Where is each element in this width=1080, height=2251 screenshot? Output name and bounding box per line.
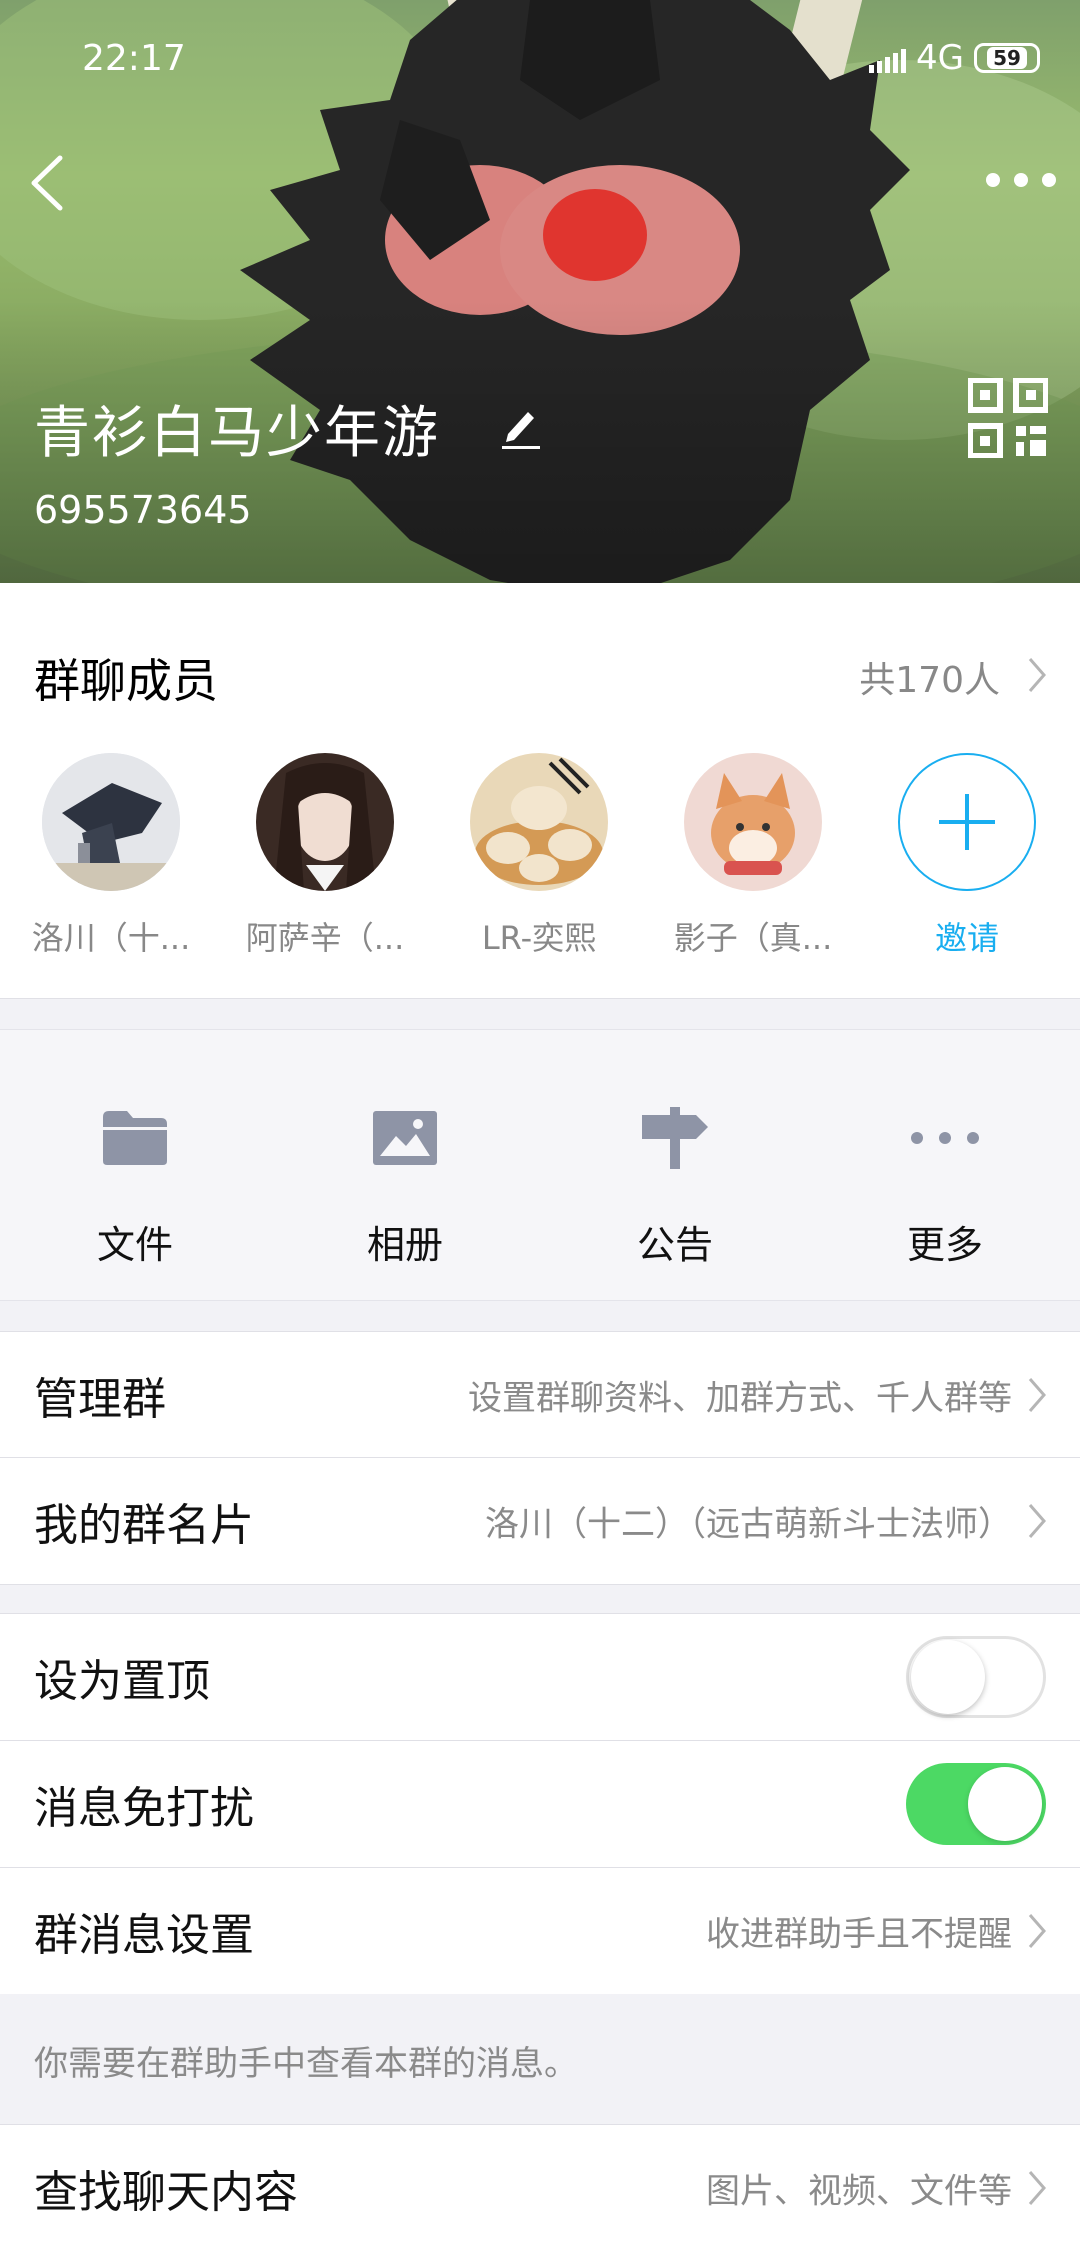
row-value: 图片、视频、文件等 [706, 2171, 1012, 2212]
group-message-settings-row[interactable]: 群消息设置 收进群助手且不提醒 [0, 1868, 1080, 1994]
members-count[interactable]: 共170人 [859, 651, 1000, 703]
back-arrow-icon[interactable] [22, 148, 82, 218]
feature-label: 更多 [906, 1223, 983, 1267]
my-group-card-row[interactable]: 我的群名片 洛川（十二）（远古萌新斗士法师） [0, 1458, 1080, 1584]
do-not-disturb-toggle[interactable] [906, 1763, 1046, 1845]
invite-circle [898, 753, 1036, 891]
row-label: 我的群名片 [34, 1500, 254, 1551]
members-section: 群聊成员 共170人 洛川（十... 阿萨辛（... LR-奕熙 影子（真...… [0, 583, 1080, 999]
row-label: 设为置顶 [34, 1656, 210, 1707]
search-chat-row[interactable]: 查找聊天内容 图片、视频、文件等 [0, 2125, 1080, 2251]
message-settings-hint: 你需要在群助手中查看本群的消息。 [0, 1994, 1080, 2124]
edit-name-icon[interactable] [500, 404, 542, 450]
folder-icon [99, 1102, 171, 1174]
feature-label: 文件 [96, 1223, 173, 1267]
battery-level: 59 [987, 47, 1027, 69]
battery-icon: 59 [974, 43, 1040, 73]
feature-grid: 文件 相册 公告 更多 [0, 1029, 1080, 1301]
feature-label: 公告 [636, 1223, 713, 1267]
member-avatar-list: 洛川（十... 阿萨辛（... LR-奕熙 影子（真... 邀请 [0, 753, 1080, 959]
row-label: 管理群 [34, 1373, 166, 1425]
photo-album-icon [369, 1102, 441, 1174]
row-value: 收进群助手且不提醒 [706, 1914, 1012, 1955]
chevron-right-icon [1028, 1914, 1046, 1948]
feature-more[interactable]: 更多 [810, 1030, 1080, 1300]
member-name: 阿萨辛（... [245, 919, 405, 957]
member-item[interactable]: 洛川（十... [4, 753, 218, 959]
avatar [684, 753, 822, 891]
group-id: 695573645 [34, 488, 252, 532]
chevron-right-icon [1028, 1504, 1046, 1538]
manage-group-row[interactable]: 管理群 设置群聊资料、加群方式、千人群等 [0, 1331, 1080, 1457]
status-indicators: 4G 59 [869, 38, 1040, 78]
divider [0, 1584, 1080, 1585]
row-label: 群消息设置 [34, 1910, 254, 1961]
feature-album[interactable]: 相册 [270, 1030, 540, 1300]
do-not-disturb-row: 消息免打扰 [0, 1741, 1080, 1867]
row-value: 洛川（十二）（远古萌新斗士法师） [485, 1504, 1012, 1545]
invite-member-button[interactable]: 邀请 [860, 753, 1074, 959]
avatar [256, 753, 394, 891]
row-label: 消息免打扰 [34, 1783, 254, 1834]
member-item[interactable]: 影子（真... [646, 753, 860, 959]
member-item[interactable]: LR-奕熙 [432, 753, 646, 959]
toggle-knob [911, 1640, 985, 1714]
group-header: 22:17 4G 59 青衫白马少年游 695573645 [0, 0, 1080, 583]
pin-to-top-row: 设为置顶 [0, 1614, 1080, 1740]
network-type: 4G [916, 38, 964, 78]
qr-code-icon[interactable] [968, 378, 1048, 458]
member-name: 洛川（十... [31, 919, 191, 957]
signal-icon [869, 43, 907, 73]
avatar [470, 753, 608, 891]
signpost-icon [639, 1102, 711, 1174]
avatar [42, 753, 180, 891]
plus-icon [939, 794, 995, 850]
feature-label: 相册 [366, 1223, 443, 1267]
chevron-right-icon [1028, 1377, 1046, 1412]
toggle-knob [968, 1767, 1042, 1841]
feature-announcement[interactable]: 公告 [540, 1030, 810, 1300]
status-time: 22:17 [82, 38, 186, 79]
invite-label: 邀请 [934, 919, 999, 957]
feature-files[interactable]: 文件 [0, 1030, 270, 1300]
more-options-icon[interactable] [986, 160, 1056, 200]
chevron-right-icon [1028, 658, 1046, 692]
chevron-right-icon [1028, 2171, 1046, 2205]
row-label: 查找聊天内容 [34, 2167, 298, 2218]
row-value: 设置群聊资料、加群方式、千人群等 [468, 1378, 1012, 1418]
member-name: 影子（真... [673, 919, 833, 957]
group-name: 青衫白马少年游 [34, 401, 440, 466]
member-name: LR-奕熙 [481, 919, 597, 957]
hint-text: 你需要在群助手中查看本群的消息。 [34, 2044, 578, 2084]
pin-to-top-toggle[interactable] [906, 1636, 1046, 1718]
member-item[interactable]: 阿萨辛（... [218, 753, 432, 959]
more-dots-icon [909, 1102, 981, 1174]
members-title: 群聊成员 [34, 654, 218, 708]
